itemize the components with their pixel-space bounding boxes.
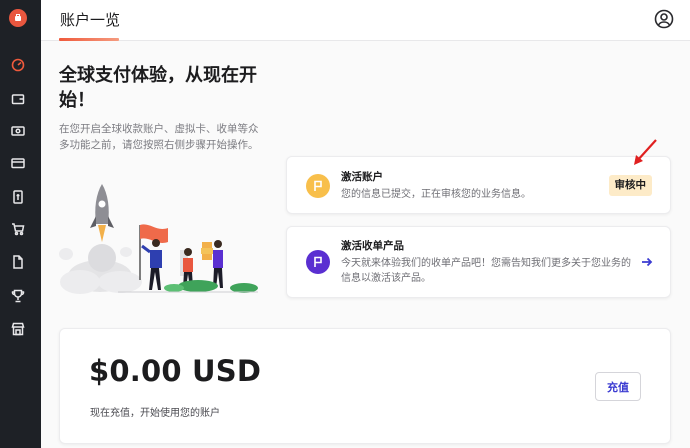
credit-card-icon <box>11 158 25 169</box>
user-account-icon[interactable] <box>654 9 674 29</box>
flag-icon <box>306 174 330 198</box>
task-description: 您的信息已提交，正在审核您的业务信息。 <box>341 189 531 200</box>
balance-amount: $0.00 USD <box>89 354 262 388</box>
balance-note: 现在充值，开始使用您的账户 <box>90 408 220 419</box>
cash-icon <box>11 126 25 136</box>
top-header: 账户一览 <box>41 0 690 41</box>
cart-icon <box>12 223 25 236</box>
bill-icon <box>13 190 23 204</box>
balance-card: $0.00 USD 现在充值，开始使用您的账户 充值 <box>59 328 671 444</box>
task-description: 今天就来体验我们的收单产品吧！您需告知我们更多关于您业务的信息以激活该产品。 <box>341 258 631 284</box>
page-title: 账户一览 <box>60 11 121 29</box>
sidebar-item-store[interactable] <box>9 320 27 338</box>
activate-acquiring-card[interactable]: 激活收单产品 今天就来体验我们的收单产品吧！您需告知我们更多关于您业务的信息以激… <box>286 226 671 298</box>
logo-icon[interactable] <box>9 9 27 27</box>
sidebar-item-cash[interactable] <box>9 122 27 140</box>
hero-title: 全球支付体验，从现在开始！ <box>59 65 257 111</box>
task-title: 激活账户 <box>341 171 383 183</box>
app-window: 账户一览 全球支付体验，从现在开始！ 在您开启全球收款账户、虚拟卡、收单等众多功… <box>0 0 690 448</box>
task-title: 激活收单产品 <box>341 240 404 252</box>
wallet-icon <box>11 94 25 105</box>
sidebar-item-bill[interactable] <box>9 188 27 206</box>
sidebar <box>0 0 41 448</box>
trophy-icon <box>11 289 25 303</box>
active-tab-indicator <box>59 38 119 41</box>
sidebar-item-card[interactable] <box>9 154 27 172</box>
sidebar-item-dashboard[interactable] <box>9 56 27 74</box>
sidebar-item-trophy[interactable] <box>9 287 27 305</box>
flag-icon <box>306 250 330 274</box>
activate-account-card[interactable]: 激活账户 您的信息已提交，正在审核您的业务信息。 审核中 <box>286 156 671 214</box>
arrow-right-icon[interactable] <box>641 256 653 268</box>
annotation-arrow-icon <box>634 139 657 165</box>
sidebar-item-wallet[interactable] <box>9 90 27 108</box>
sidebar-item-document[interactable] <box>9 253 27 271</box>
recharge-button[interactable]: 充值 <box>595 372 641 401</box>
hero-description: 在您开启全球收款账户、虚拟卡、收单等众多功能之前，请您按照右侧步骤开始操作。 <box>59 123 259 151</box>
launch-illustration <box>59 184 258 294</box>
sidebar-item-cart[interactable] <box>9 220 27 238</box>
document-icon <box>13 255 23 269</box>
status-badge: 审核中 <box>608 175 652 196</box>
dashboard-icon <box>11 58 25 72</box>
store-icon <box>11 322 25 336</box>
